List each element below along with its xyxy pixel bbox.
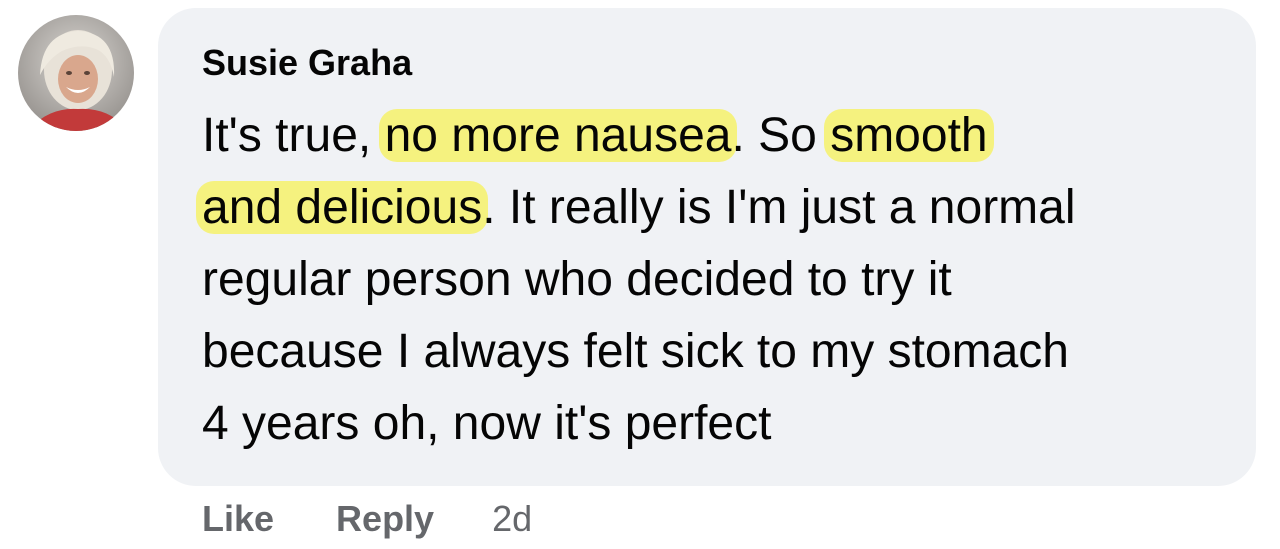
like-button[interactable]: Like — [202, 498, 274, 540]
avatar[interactable] — [18, 15, 134, 131]
comment-actions: Like Reply 2d — [202, 498, 532, 540]
highlighted-text: and delicious — [196, 181, 489, 234]
timestamp[interactable]: 2d — [492, 498, 532, 540]
comment-line: because I always felt sick to my stomach — [202, 325, 1069, 378]
reply-button[interactable]: Reply — [336, 498, 434, 540]
comment-line: 4 years oh, now it's perfect — [202, 397, 772, 450]
highlighted-text: smooth — [824, 109, 994, 162]
comment-text-segment: . It really is I'm just a normal — [482, 181, 1076, 234]
comment-line: It's true, no more nausea. So smooth — [202, 100, 1242, 172]
user-avatar-icon — [18, 15, 134, 131]
comment-line: and delicious. It really is I'm just a n… — [196, 172, 1242, 244]
comment-text-segment: . So — [731, 109, 831, 162]
comment-text-segment: It's true, — [202, 109, 385, 162]
comment-line: regular person who decided to try it — [202, 253, 952, 306]
highlighted-text: no more nausea — [378, 109, 738, 162]
comment-text: It's true, no more nausea. So smooth and… — [196, 100, 1242, 460]
comment-author[interactable]: Susie Graha — [202, 42, 412, 84]
